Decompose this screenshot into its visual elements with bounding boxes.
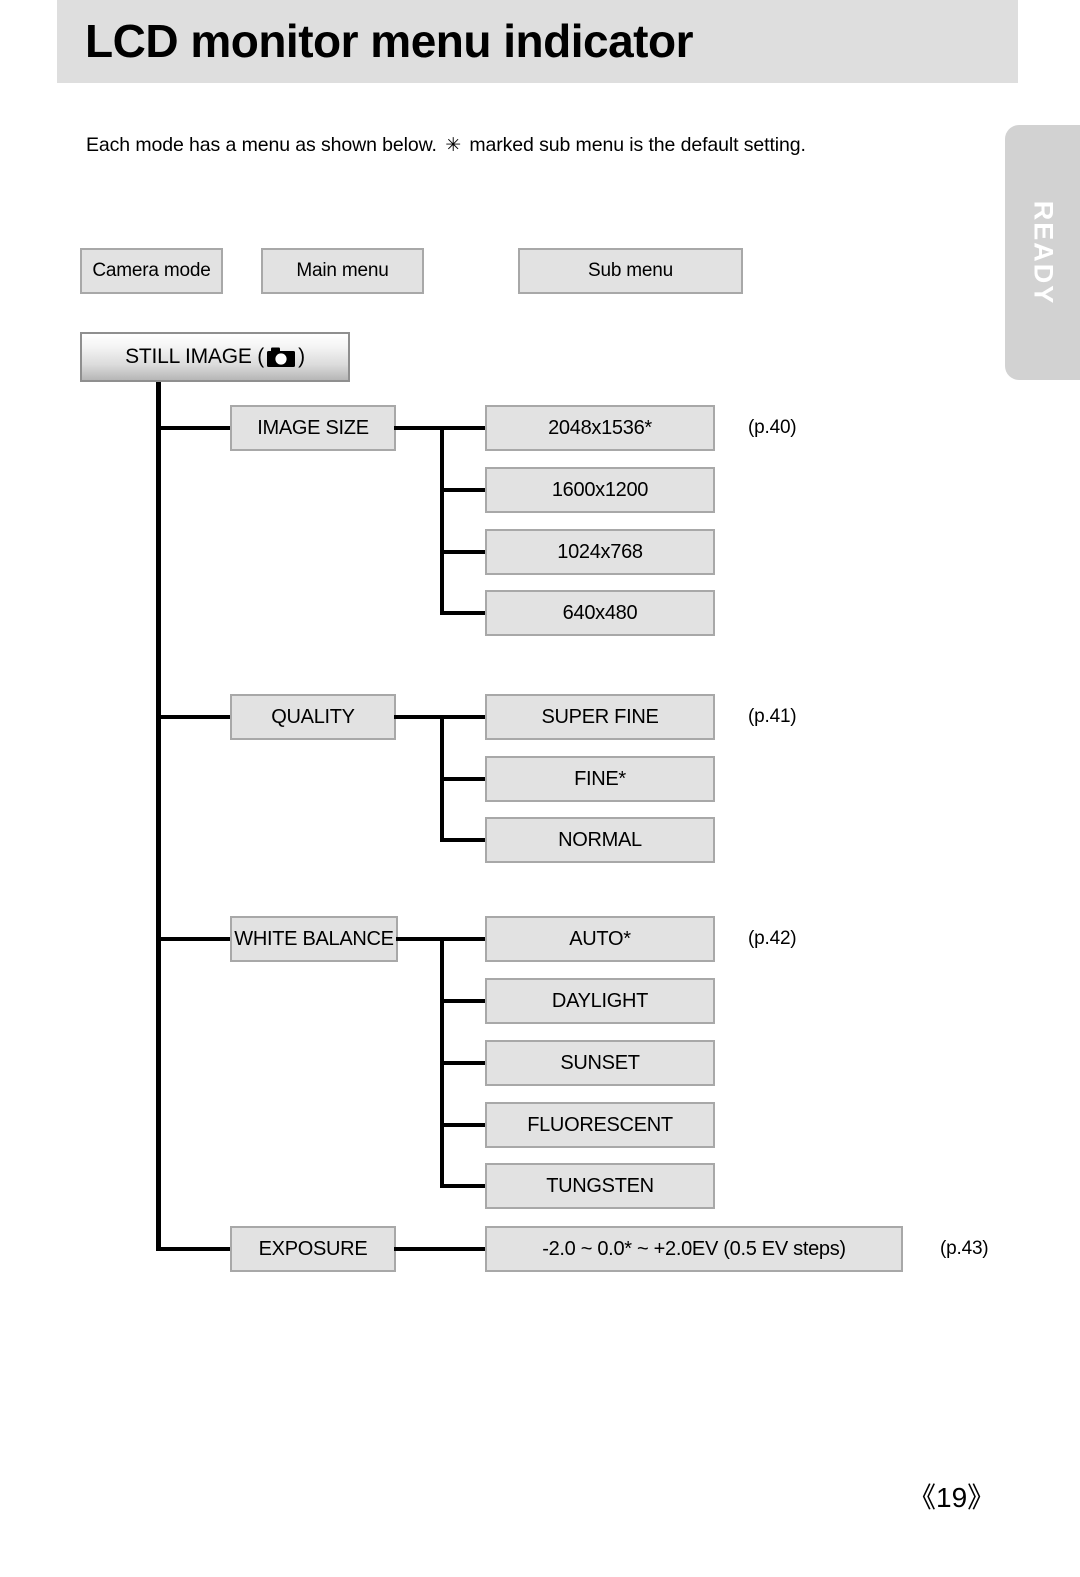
main-menu-label: IMAGE SIZE xyxy=(257,416,369,439)
sub-menu-box: 640x480 xyxy=(485,590,715,636)
sub-connector-line xyxy=(440,715,488,719)
sub-connector-line xyxy=(440,611,488,615)
page-title: LCD monitor menu indicator xyxy=(85,15,694,67)
intro-text: Each mode has a menu as shown below. ✳ m… xyxy=(86,134,806,157)
mode-label-prefix: STILL IMAGE ( xyxy=(125,345,265,368)
sub-connector-line xyxy=(440,1123,488,1127)
main-menu-label: QUALITY xyxy=(271,705,355,728)
ready-tab-label: READY xyxy=(1028,200,1058,305)
mode-label-suffix: ) xyxy=(298,345,305,368)
sub-menu-label: AUTO* xyxy=(569,927,631,950)
main-menu-box-exposure: EXPOSURE xyxy=(230,1226,396,1272)
intro-text-before: Each mode has a menu as shown below. xyxy=(86,134,437,156)
sub-connector-line xyxy=(440,488,488,492)
mode-box-still-image: STILL IMAGE ( ) xyxy=(80,332,350,382)
sub-menu-box: -2.0 ~ 0.0* ~ +2.0EV (0.5 EV steps) xyxy=(485,1226,903,1272)
sub-connector-line xyxy=(440,1061,488,1065)
sub-menu-box: AUTO* xyxy=(485,916,715,962)
page-ref-image-size: (p.40) xyxy=(748,417,797,438)
stem-line-white-balance xyxy=(396,937,444,941)
tree-trunk-line xyxy=(156,382,161,1251)
main-menu-label: EXPOSURE xyxy=(258,1237,368,1260)
sub-connector-line xyxy=(440,937,488,941)
legend-camera-mode-label: Camera mode xyxy=(92,260,211,281)
sub-menu-box: FINE* xyxy=(485,756,715,802)
sub-menu-label: DAYLIGHT xyxy=(551,989,649,1012)
sub-connector-line xyxy=(440,999,488,1003)
legend-sub-menu: Sub menu xyxy=(518,248,743,294)
legend-main-menu: Main menu xyxy=(261,248,424,294)
page-number: 《19》 xyxy=(908,1482,996,1513)
main-menu-label: WHITE BALANCE xyxy=(234,927,394,950)
sub-menu-box: FLUORESCENT xyxy=(485,1102,715,1148)
sub-menu-box: 2048x1536* xyxy=(485,405,715,451)
sub-connector-line xyxy=(440,777,488,781)
sub-menu-label: 1600x1200 xyxy=(551,478,649,501)
branch-line-image-size xyxy=(156,426,234,430)
page-ref-white-balance: (p.42) xyxy=(748,928,797,949)
sub-menu-label: NORMAL xyxy=(558,828,642,851)
sub-menu-box: SUNSET xyxy=(485,1040,715,1086)
legend-sub-menu-label: Sub menu xyxy=(587,260,673,281)
sub-menu-label: FINE* xyxy=(574,767,626,790)
branch-line-quality xyxy=(156,715,234,719)
sub-connector-line-exposure xyxy=(394,1247,488,1251)
sub-menu-label: TUNGSTEN xyxy=(546,1174,654,1197)
rail-line-image-size xyxy=(440,426,444,614)
stem-line-quality xyxy=(394,715,444,719)
sub-menu-label: FLUORESCENT xyxy=(527,1113,673,1136)
sub-menu-box: SUPER FINE xyxy=(485,694,715,740)
sub-connector-line xyxy=(440,1184,488,1188)
sub-connector-line xyxy=(440,838,488,842)
sub-menu-box: TUNGSTEN xyxy=(485,1163,715,1209)
sub-menu-box: NORMAL xyxy=(485,817,715,863)
page-ref-exposure: (p.43) xyxy=(940,1238,989,1259)
sub-menu-box: 1024x768 xyxy=(485,529,715,575)
intro-text-after: marked sub menu is the default setting. xyxy=(469,134,806,156)
sub-connector-line xyxy=(440,426,488,430)
stem-line-image-size xyxy=(394,426,444,430)
page-ref-quality: (p.41) xyxy=(748,706,797,727)
main-menu-box-quality: QUALITY xyxy=(230,694,396,740)
ready-side-tab: READY xyxy=(1005,125,1080,380)
sub-menu-label: 2048x1536* xyxy=(548,416,652,439)
default-setting-asterisk-icon: ✳ xyxy=(445,135,462,156)
sub-menu-label: SUNSET xyxy=(560,1051,640,1074)
camera-icon xyxy=(267,347,296,367)
legend-main-menu-label: Main menu xyxy=(296,260,389,281)
sub-menu-box: DAYLIGHT xyxy=(485,978,715,1024)
main-menu-box-white-balance: WHITE BALANCE xyxy=(230,916,398,962)
branch-line-exposure xyxy=(156,1247,234,1251)
sub-menu-label: 640x480 xyxy=(562,601,638,624)
sub-menu-label: 1024x768 xyxy=(557,540,643,563)
sub-menu-box: 1600x1200 xyxy=(485,467,715,513)
legend-camera-mode: Camera mode xyxy=(80,248,223,294)
branch-line-white-balance xyxy=(156,937,234,941)
main-menu-box-image-size: IMAGE SIZE xyxy=(230,405,396,451)
sub-connector-line xyxy=(440,550,488,554)
sub-menu-label: SUPER FINE xyxy=(541,705,659,728)
sub-menu-label: -2.0 ~ 0.0* ~ +2.0EV (0.5 EV steps) xyxy=(542,1237,846,1260)
